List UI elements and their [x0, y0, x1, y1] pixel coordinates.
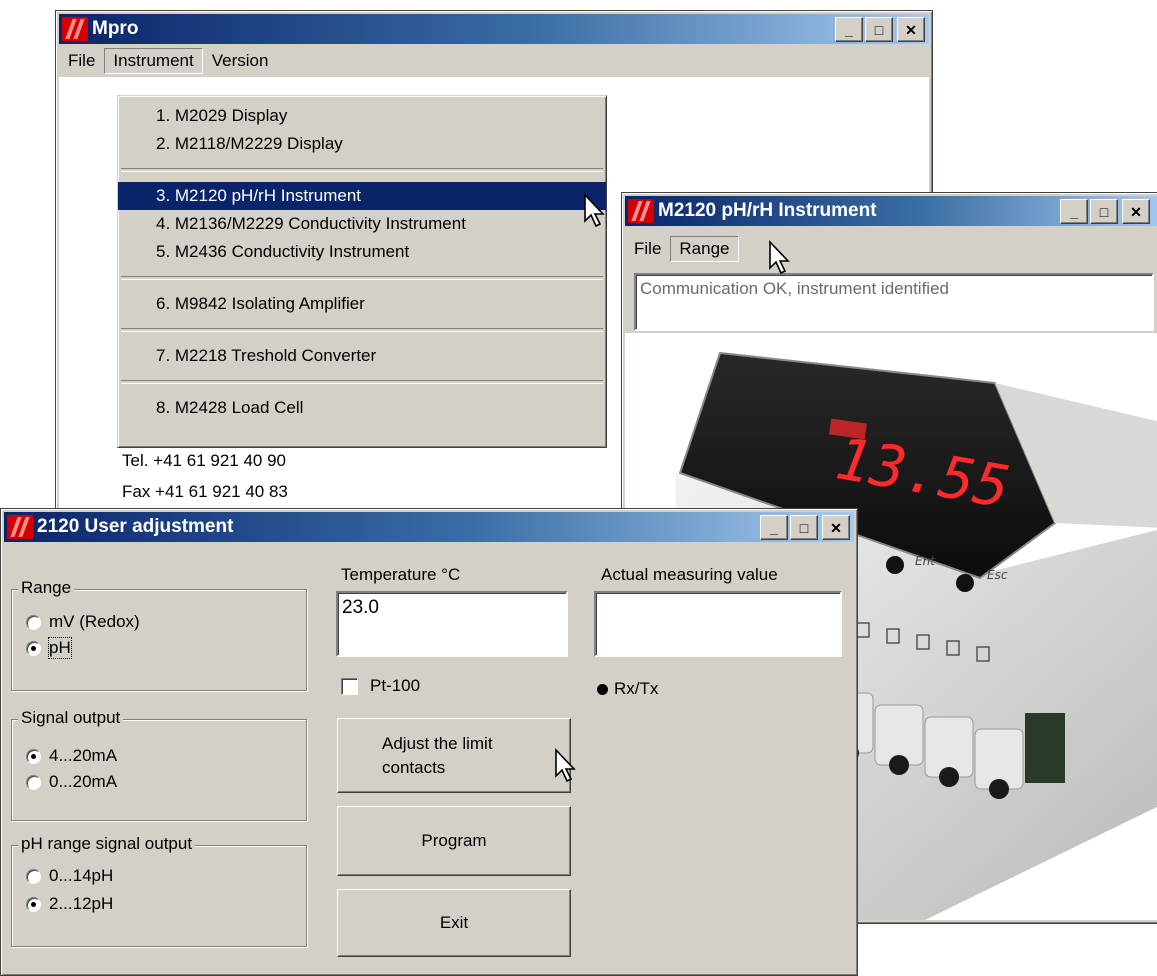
instrument-menu: 1. M2029 Display 2. M2118/M2229 Display …: [117, 95, 607, 448]
menu-item-m9842[interactable]: 6. M9842 Isolating Amplifier: [118, 290, 606, 318]
radio-0-20ma-dot[interactable]: [26, 774, 41, 790]
status-field: Communication OK, instrument identified: [634, 273, 1154, 331]
maximize-button[interactable]: □: [865, 17, 893, 42]
m2120-logo-icon: [628, 199, 654, 223]
contact-fax: Fax +41 61 921 40 83: [122, 482, 288, 501]
range-group: Range mV (Redox) pH: [11, 578, 307, 691]
pt100-checkbox[interactable]: Pt-100: [341, 676, 420, 696]
device-button-ent: Ent: [915, 554, 936, 568]
minimize-button[interactable]: _: [835, 17, 863, 42]
m2120-title: M2120 pH/rH Instrument: [658, 200, 877, 221]
pt100-box[interactable]: [341, 677, 358, 695]
radio-0-14ph-dot[interactable]: [26, 868, 41, 884]
m2120-titlebar[interactable]: M2120 pH/rH Instrument _ □ ✕: [625, 196, 1157, 226]
mpro-menubar: File Instrument Version: [59, 47, 929, 75]
radio-2-12ph[interactable]: 2...12pH: [26, 894, 113, 914]
ph-range-legend: pH range signal output: [18, 834, 196, 854]
adjust-logo-icon: [7, 515, 33, 539]
adjust-title: 2120 User adjustment: [37, 516, 234, 537]
temperature-input[interactable]: 23.0: [336, 591, 568, 657]
radio-4-20ma[interactable]: 4...20mA: [26, 746, 117, 766]
signal-output-group: Signal output 4...20mA 0...20mA: [11, 708, 307, 821]
menu-item-m2436[interactable]: 5. M2436 Conductivity Instrument: [118, 238, 606, 266]
radio-2-12ph-dot[interactable]: [26, 896, 41, 912]
minimize-button[interactable]: _: [760, 515, 788, 540]
menu-file[interactable]: File: [59, 48, 104, 74]
menu-item-m2029[interactable]: 1. M2029 Display: [118, 102, 606, 130]
menu-instrument[interactable]: Instrument: [104, 48, 203, 74]
minimize-button[interactable]: _: [1060, 199, 1088, 224]
radio-ph-label: pH: [48, 637, 72, 659]
radio-0-14ph[interactable]: 0...14pH: [26, 866, 113, 886]
actual-value-field: [594, 591, 842, 657]
radio-4-20ma-dot[interactable]: [26, 748, 41, 764]
close-button[interactable]: ✕: [822, 515, 850, 540]
exit-button[interactable]: Exit: [337, 889, 571, 957]
range-legend: Range: [18, 578, 75, 598]
mouse-pointer-icon: [769, 240, 790, 275]
actual-value-label: Actual measuring value: [601, 565, 778, 584]
mouse-pointer-icon: [555, 748, 576, 783]
menu-separator: [121, 276, 603, 280]
mpro-titlebar[interactable]: Mpro _ □ ✕: [59, 14, 929, 44]
m2120-menubar: File Range: [625, 235, 1157, 263]
mpro-logo-icon: [62, 17, 88, 41]
close-button[interactable]: ✕: [897, 17, 925, 42]
status-text: Communication OK, instrument identified: [640, 279, 949, 298]
contact-tel: Tel. +41 61 921 40 90: [122, 451, 286, 470]
radio-4-20ma-label: 4...20mA: [49, 746, 118, 765]
adjust-window: 2120 User adjustment _ □ ✕ Range mV (Red…: [0, 508, 858, 976]
menu-item-m2120[interactable]: 3. M2120 pH/rH Instrument: [118, 182, 606, 210]
radio-mv-dot[interactable]: [26, 614, 41, 630]
radio-0-20ma-label: 0...20mA: [49, 772, 118, 791]
menu-item-m2118[interactable]: 2. M2118/M2229 Display: [118, 130, 606, 158]
radio-0-20ma[interactable]: 0...20mA: [26, 772, 117, 792]
program-label: Program: [421, 831, 487, 850]
menu-range[interactable]: Range: [670, 236, 739, 262]
adjust-titlebar[interactable]: 2120 User adjustment _ □ ✕: [4, 512, 854, 542]
rxtx-indicator: Rx/Tx: [597, 679, 658, 699]
maximize-button[interactable]: □: [1090, 199, 1118, 224]
adjust-limit-contacts-button[interactable]: Adjust the limit contacts: [337, 718, 571, 793]
radio-0-14ph-label: 0...14pH: [49, 866, 114, 885]
radio-ph[interactable]: pH: [26, 637, 72, 659]
radio-2-12ph-label: 2...12pH: [49, 894, 114, 913]
rxtx-label: Rx/Tx: [614, 679, 659, 698]
menu-separator: [121, 328, 603, 332]
rxtx-led-icon: [597, 683, 608, 695]
adjust-limit-label: Adjust the limit contacts: [382, 733, 493, 777]
exit-label: Exit: [439, 913, 469, 932]
maximize-button[interactable]: □: [790, 515, 818, 540]
ph-range-group: pH range signal output 0...14pH 2...12pH: [11, 834, 307, 947]
menu-item-m2428[interactable]: 8. M2428 Load Cell: [118, 394, 606, 422]
radio-mv-redox[interactable]: mV (Redox): [26, 612, 140, 632]
menu-separator: [121, 168, 603, 172]
menu-item-m2136[interactable]: 4. M2136/M2229 Conductivity Instrument: [118, 210, 606, 238]
signal-output-legend: Signal output: [18, 708, 124, 728]
mouse-pointer-icon: [584, 193, 605, 228]
menu-item-m2218[interactable]: 7. M2218 Treshold Converter: [118, 342, 606, 370]
menu-version[interactable]: Version: [203, 48, 278, 74]
temperature-value: 23.0: [342, 597, 379, 618]
radio-mv-label: mV (Redox): [49, 612, 140, 631]
close-button[interactable]: ✕: [1122, 199, 1150, 224]
program-button[interactable]: Program: [337, 806, 571, 876]
pt100-label: Pt-100: [370, 676, 421, 695]
radio-ph-dot[interactable]: [26, 640, 41, 656]
menu-separator: [121, 380, 603, 384]
menu-file[interactable]: File: [625, 236, 670, 262]
temperature-label: Temperature °C: [341, 565, 461, 584]
device-button-esc: Esc: [987, 568, 1008, 582]
mpro-title: Mpro: [92, 18, 139, 39]
